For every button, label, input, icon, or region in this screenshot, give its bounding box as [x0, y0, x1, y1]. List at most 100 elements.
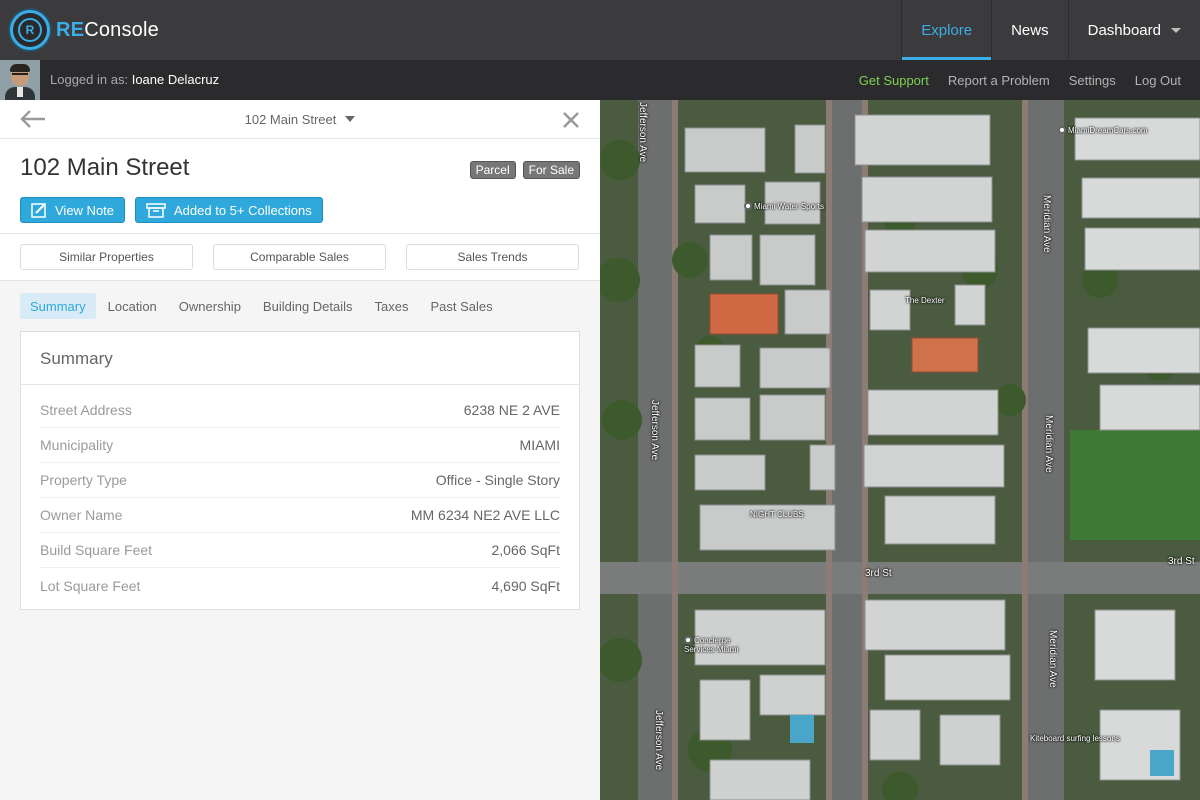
place-label: Miami Water Sports: [754, 202, 824, 211]
row-label: Municipality: [40, 437, 114, 453]
row-label: Street Address: [40, 402, 132, 418]
map-imagery: [600, 100, 1200, 800]
logo-mark-letter: R: [18, 18, 42, 42]
parcel-badge: Parcel: [469, 161, 516, 179]
row-value: MIAMI: [519, 437, 560, 453]
row-label: Build Square Feet: [40, 542, 153, 558]
row-value: MM 6234 NE2 AVE LLC: [410, 507, 560, 523]
property-panel: 102 Main Street 102 Main Street Parcel F…: [0, 100, 600, 800]
place-label: The Dexter: [905, 296, 945, 305]
view-note-label: View Note: [55, 202, 115, 218]
address-dropdown[interactable]: 102 Main Street: [0, 112, 600, 127]
street-label-3rd-st-right: 3rd St: [1168, 556, 1195, 567]
nav-explore[interactable]: Explore: [901, 0, 991, 60]
summary-card: Summary Street Address 6238 NE 2 AVE Mun…: [20, 331, 580, 610]
collections-label: Added to 5+ Collections: [174, 202, 312, 218]
avatar-glasses: [12, 73, 28, 77]
tab-taxes[interactable]: Taxes: [365, 293, 419, 319]
app-name: REConsole: [56, 19, 159, 42]
nav-news[interactable]: News: [991, 0, 1068, 60]
close-icon[interactable]: [561, 110, 581, 130]
summary-row: Lot Square Feet 4,690 SqFt: [40, 568, 560, 603]
report-problem-link[interactable]: Report a Problem: [948, 73, 1050, 88]
tab-building-details[interactable]: Building Details: [253, 293, 363, 319]
summary-row: Property Type Office - Single Story: [40, 463, 560, 498]
place-the-dexter[interactable]: The Dexter: [905, 296, 945, 305]
property-title: 102 Main Street: [20, 154, 190, 181]
place-pin-icon: [744, 202, 752, 210]
tab-summary[interactable]: Summary: [20, 293, 96, 319]
place-kiteboard[interactable]: Kiteboard surfing lessons: [1030, 734, 1120, 743]
place-miami-water-sports[interactable]: Miami Water Sports: [744, 202, 824, 211]
avatar-collar: [17, 87, 23, 97]
satellite-map[interactable]: Jefferson Ave Jefferson Ave Jefferson Av…: [600, 100, 1200, 800]
place-label: Kiteboard surfing lessons: [1030, 734, 1120, 743]
street-label-3rd-st: 3rd St: [865, 568, 892, 579]
sales-trends-button[interactable]: Sales Trends: [406, 244, 579, 270]
login-status: Logged in as: Ioane Delacruz: [50, 60, 219, 100]
nav-dashboard-label: Dashboard: [1087, 21, 1161, 39]
street-label-meridian-mid: Meridian Ave: [1043, 415, 1054, 473]
tab-ownership[interactable]: Ownership: [169, 293, 251, 319]
property-tabs: Summary Location Ownership Building Deta…: [20, 293, 505, 319]
tab-location[interactable]: Location: [98, 293, 167, 319]
top-nav-bar: R REConsole Explore News Dashboard: [0, 0, 1200, 60]
summary-title: Summary: [21, 332, 579, 385]
nav-news-label: News: [1011, 21, 1049, 39]
view-note-button[interactable]: View Note: [20, 197, 126, 223]
place-label: MiamiDreamCars.com: [1068, 126, 1148, 135]
property-tags: Parcel For Sale: [469, 161, 580, 179]
nav-explore-label: Explore: [921, 21, 973, 39]
collections-button[interactable]: Added to 5+ Collections: [135, 197, 323, 223]
logo-mark-icon: R: [10, 10, 50, 50]
place-label: NIGHT CLUBS: [750, 510, 804, 519]
avatar[interactable]: [0, 60, 40, 100]
street-label-meridian-bottom: Meridian Ave: [1047, 630, 1058, 688]
property-tools: Similar Properties Comparable Sales Sale…: [0, 234, 600, 281]
app-name-suffix: Console: [84, 18, 159, 41]
user-name: Ioane Delacruz: [131, 72, 220, 87]
place-pin-icon: [684, 636, 692, 644]
summary-row: Municipality MIAMI: [40, 428, 560, 463]
place-concierge[interactable]: Concierge Services Miami: [684, 636, 744, 654]
user-links: Get Support Report a Problem Settings Lo…: [859, 60, 1200, 100]
app-name-prefix: RE: [56, 18, 85, 41]
place-pin-icon: [1058, 126, 1066, 134]
place-miami-dream-cars[interactable]: MiamiDreamCars.com: [1058, 126, 1148, 135]
avatar-hair: [10, 64, 30, 72]
breadcrumb: 102 Main Street: [0, 100, 600, 139]
street-label-jefferson-left: Jefferson Ave: [649, 400, 660, 461]
app-logo[interactable]: R REConsole: [10, 10, 159, 50]
settings-link[interactable]: Settings: [1069, 73, 1116, 88]
summary-rows: Street Address 6238 NE 2 AVE Municipalit…: [21, 385, 579, 603]
street-label-jefferson-top: Jefferson Ave: [637, 102, 648, 163]
street-label-jefferson-bottom: Jefferson Ave: [653, 710, 664, 771]
for-sale-badge: For Sale: [522, 161, 580, 179]
main-nav: Explore News Dashboard: [901, 0, 1200, 60]
similar-properties-button[interactable]: Similar Properties: [20, 244, 193, 270]
place-night-clubs[interactable]: NIGHT CLUBS: [750, 510, 804, 519]
row-value: 6238 NE 2 AVE: [463, 402, 560, 418]
row-value: Office - Single Story: [435, 472, 560, 488]
nav-dashboard[interactable]: Dashboard: [1067, 0, 1200, 60]
log-out-link[interactable]: Log Out: [1135, 73, 1181, 88]
edit-note-icon: [31, 203, 46, 218]
chevron-down-icon: [1171, 27, 1181, 33]
summary-row: Build Square Feet 2,066 SqFt: [40, 533, 560, 568]
get-support-link[interactable]: Get Support: [859, 73, 929, 88]
row-label: Lot Square Feet: [40, 577, 141, 594]
property-header: 102 Main Street 102 Main Street Parcel F…: [0, 100, 600, 234]
row-value: 4,690 SqFt: [491, 577, 561, 594]
archive-box-icon: [146, 203, 166, 218]
address-dropdown-label: 102 Main Street: [244, 112, 337, 127]
login-prefix: Logged in as:: [50, 72, 129, 87]
row-label: Owner Name: [40, 507, 123, 523]
property-actions: View Note Added to 5+ Collections: [20, 197, 323, 223]
tab-past-sales[interactable]: Past Sales: [421, 293, 503, 319]
summary-row: Street Address 6238 NE 2 AVE: [40, 393, 560, 428]
summary-row: Owner Name MM 6234 NE2 AVE LLC: [40, 498, 560, 533]
place-label: Concierge Services Miami: [684, 636, 739, 654]
row-value: 2,066 SqFt: [491, 542, 561, 558]
comparable-sales-button[interactable]: Comparable Sales: [213, 244, 386, 270]
row-label: Property Type: [40, 472, 127, 488]
